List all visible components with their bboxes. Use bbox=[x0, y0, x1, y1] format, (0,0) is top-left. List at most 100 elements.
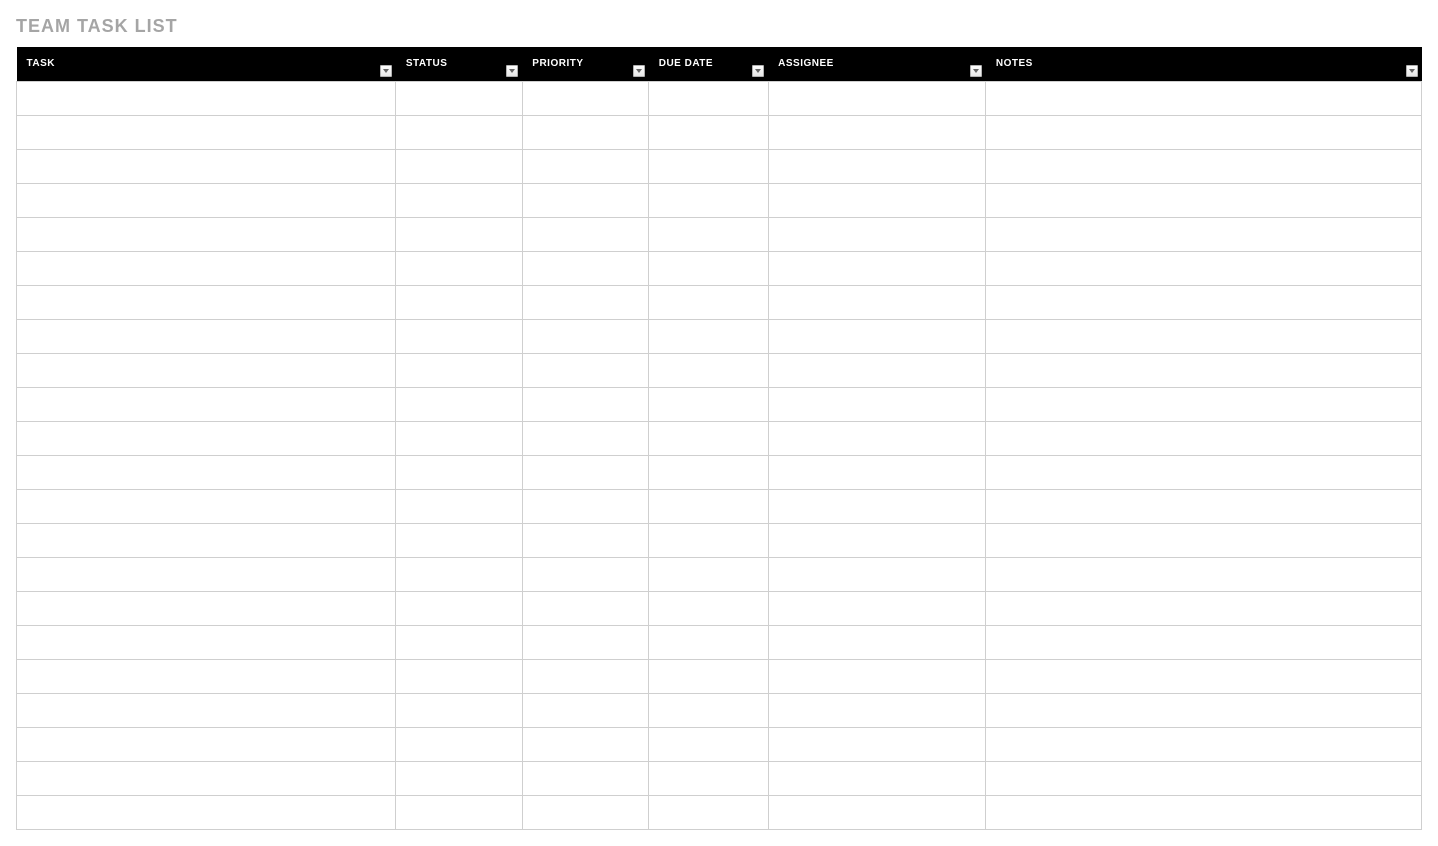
cell-assignee[interactable] bbox=[768, 523, 986, 557]
cell-priority[interactable] bbox=[522, 523, 648, 557]
cell-status[interactable] bbox=[396, 557, 522, 591]
column-header-status[interactable]: STATUS bbox=[396, 47, 522, 81]
cell-task[interactable] bbox=[17, 183, 396, 217]
cell-due_date[interactable] bbox=[649, 353, 768, 387]
cell-task[interactable] bbox=[17, 727, 396, 761]
cell-due_date[interactable] bbox=[649, 591, 768, 625]
cell-task[interactable] bbox=[17, 387, 396, 421]
cell-status[interactable] bbox=[396, 625, 522, 659]
cell-due_date[interactable] bbox=[649, 625, 768, 659]
cell-status[interactable] bbox=[396, 217, 522, 251]
cell-status[interactable] bbox=[396, 523, 522, 557]
cell-notes[interactable] bbox=[986, 183, 1422, 217]
cell-notes[interactable] bbox=[986, 81, 1422, 115]
cell-priority[interactable] bbox=[522, 489, 648, 523]
cell-status[interactable] bbox=[396, 149, 522, 183]
cell-task[interactable] bbox=[17, 591, 396, 625]
filter-button-due-date[interactable] bbox=[752, 65, 764, 77]
cell-assignee[interactable] bbox=[768, 761, 986, 795]
cell-due_date[interactable] bbox=[649, 285, 768, 319]
cell-due_date[interactable] bbox=[649, 693, 768, 727]
cell-priority[interactable] bbox=[522, 217, 648, 251]
cell-assignee[interactable] bbox=[768, 557, 986, 591]
cell-assignee[interactable] bbox=[768, 625, 986, 659]
cell-priority[interactable] bbox=[522, 659, 648, 693]
cell-priority[interactable] bbox=[522, 251, 648, 285]
cell-priority[interactable] bbox=[522, 693, 648, 727]
cell-notes[interactable] bbox=[986, 489, 1422, 523]
cell-notes[interactable] bbox=[986, 353, 1422, 387]
cell-assignee[interactable] bbox=[768, 81, 986, 115]
cell-status[interactable] bbox=[396, 251, 522, 285]
cell-task[interactable] bbox=[17, 489, 396, 523]
column-header-task[interactable]: TASK bbox=[17, 47, 396, 81]
cell-due_date[interactable] bbox=[649, 115, 768, 149]
cell-priority[interactable] bbox=[522, 557, 648, 591]
cell-notes[interactable] bbox=[986, 659, 1422, 693]
cell-status[interactable] bbox=[396, 81, 522, 115]
cell-assignee[interactable] bbox=[768, 659, 986, 693]
cell-notes[interactable] bbox=[986, 761, 1422, 795]
cell-task[interactable] bbox=[17, 217, 396, 251]
cell-task[interactable] bbox=[17, 319, 396, 353]
cell-notes[interactable] bbox=[986, 217, 1422, 251]
filter-button-assignee[interactable] bbox=[970, 65, 982, 77]
cell-due_date[interactable] bbox=[649, 217, 768, 251]
cell-task[interactable] bbox=[17, 659, 396, 693]
cell-assignee[interactable] bbox=[768, 115, 986, 149]
cell-task[interactable] bbox=[17, 251, 396, 285]
cell-due_date[interactable] bbox=[649, 455, 768, 489]
cell-due_date[interactable] bbox=[649, 81, 768, 115]
cell-status[interactable] bbox=[396, 319, 522, 353]
cell-assignee[interactable] bbox=[768, 217, 986, 251]
column-header-due-date[interactable]: DUE DATE bbox=[649, 47, 768, 81]
cell-priority[interactable] bbox=[522, 591, 648, 625]
cell-priority[interactable] bbox=[522, 761, 648, 795]
cell-notes[interactable] bbox=[986, 285, 1422, 319]
column-header-notes[interactable]: NOTES bbox=[986, 47, 1422, 81]
cell-due_date[interactable] bbox=[649, 727, 768, 761]
cell-priority[interactable] bbox=[522, 285, 648, 319]
filter-button-task[interactable] bbox=[380, 65, 392, 77]
cell-task[interactable] bbox=[17, 761, 396, 795]
cell-due_date[interactable] bbox=[649, 761, 768, 795]
cell-status[interactable] bbox=[396, 489, 522, 523]
cell-assignee[interactable] bbox=[768, 251, 986, 285]
cell-task[interactable] bbox=[17, 557, 396, 591]
cell-assignee[interactable] bbox=[768, 489, 986, 523]
cell-priority[interactable] bbox=[522, 319, 648, 353]
cell-assignee[interactable] bbox=[768, 693, 986, 727]
cell-status[interactable] bbox=[396, 421, 522, 455]
cell-status[interactable] bbox=[396, 183, 522, 217]
cell-priority[interactable] bbox=[522, 625, 648, 659]
cell-priority[interactable] bbox=[522, 455, 648, 489]
cell-notes[interactable] bbox=[986, 115, 1422, 149]
column-header-priority[interactable]: PRIORITY bbox=[522, 47, 648, 81]
cell-notes[interactable] bbox=[986, 421, 1422, 455]
filter-button-status[interactable] bbox=[506, 65, 518, 77]
cell-due_date[interactable] bbox=[649, 795, 768, 829]
cell-status[interactable] bbox=[396, 387, 522, 421]
cell-notes[interactable] bbox=[986, 625, 1422, 659]
cell-priority[interactable] bbox=[522, 149, 648, 183]
cell-notes[interactable] bbox=[986, 387, 1422, 421]
cell-notes[interactable] bbox=[986, 319, 1422, 353]
cell-status[interactable] bbox=[396, 659, 522, 693]
cell-priority[interactable] bbox=[522, 115, 648, 149]
cell-assignee[interactable] bbox=[768, 285, 986, 319]
cell-due_date[interactable] bbox=[649, 557, 768, 591]
cell-priority[interactable] bbox=[522, 81, 648, 115]
cell-task[interactable] bbox=[17, 625, 396, 659]
cell-task[interactable] bbox=[17, 421, 396, 455]
cell-due_date[interactable] bbox=[649, 319, 768, 353]
cell-status[interactable] bbox=[396, 115, 522, 149]
cell-due_date[interactable] bbox=[649, 523, 768, 557]
cell-task[interactable] bbox=[17, 149, 396, 183]
cell-task[interactable] bbox=[17, 115, 396, 149]
cell-notes[interactable] bbox=[986, 795, 1422, 829]
cell-task[interactable] bbox=[17, 285, 396, 319]
cell-due_date[interactable] bbox=[649, 149, 768, 183]
filter-button-priority[interactable] bbox=[633, 65, 645, 77]
cell-assignee[interactable] bbox=[768, 455, 986, 489]
cell-assignee[interactable] bbox=[768, 727, 986, 761]
